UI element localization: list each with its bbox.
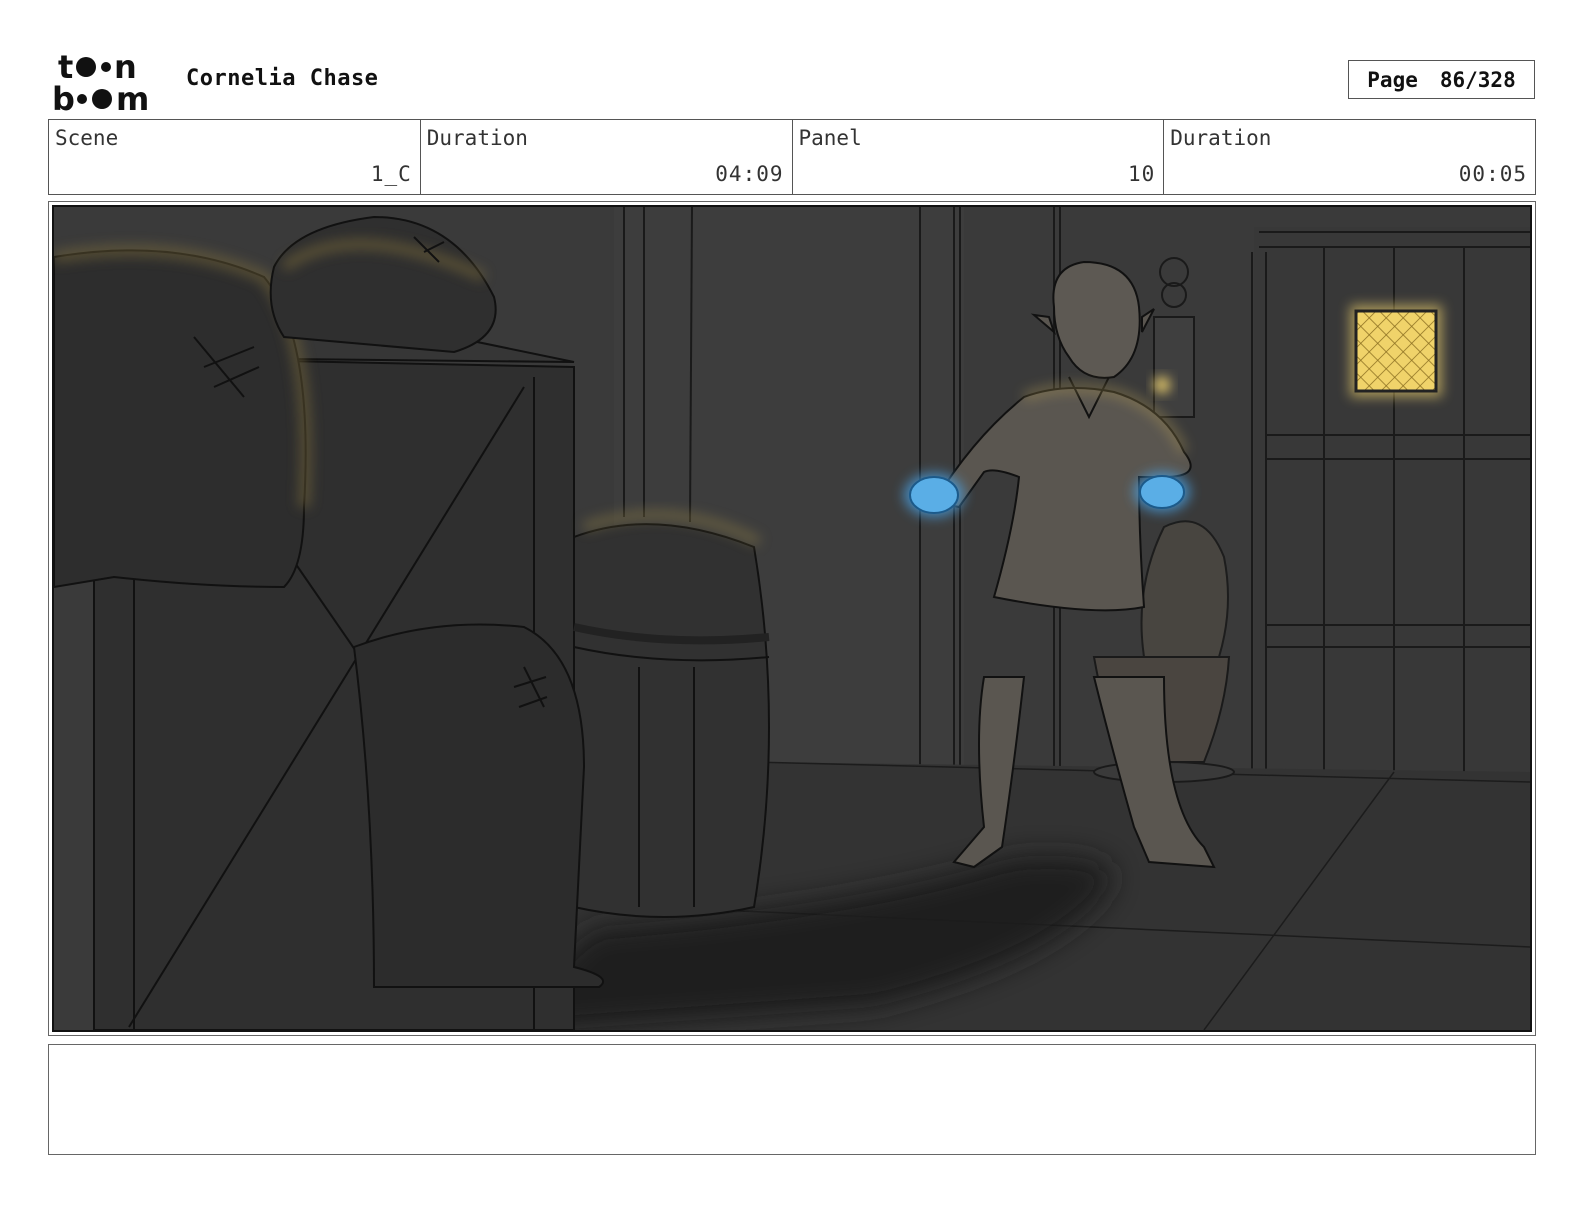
page-indicator: Page 86/328 xyxy=(1348,60,1535,99)
svg-text:m: m xyxy=(116,80,149,112)
scene-value: 1_C xyxy=(370,162,412,186)
svg-text:b: b xyxy=(52,80,75,112)
scene-duration-value: 04:09 xyxy=(715,162,784,186)
panel-label: Panel xyxy=(798,126,862,150)
scene-label: Scene xyxy=(55,126,119,150)
scene-cell: Scene 1_C xyxy=(49,120,421,194)
scene-duration-label: Duration xyxy=(426,126,528,150)
panel-notes-box xyxy=(48,1044,1536,1155)
panel-value: 10 xyxy=(1127,162,1156,186)
toon-boom-logo: t n b m xyxy=(52,48,164,118)
scene-duration-cell: Duration 04:09 xyxy=(421,120,793,194)
panel-info-row: Scene 1_C Duration 04:09 Panel 10 Durati… xyxy=(48,119,1536,195)
storyboard-panel-image xyxy=(52,205,1532,1032)
panel-duration-cell: Duration 00:05 xyxy=(1164,120,1535,194)
page-label: Page xyxy=(1367,67,1418,92)
panel-duration-value: 00:05 xyxy=(1458,162,1527,186)
panel-duration-label: Duration xyxy=(1170,126,1272,150)
project-title: Cornelia Chase xyxy=(186,66,379,91)
panel-cell: Panel 10 xyxy=(793,120,1165,194)
page-number: 86/328 xyxy=(1439,67,1516,92)
